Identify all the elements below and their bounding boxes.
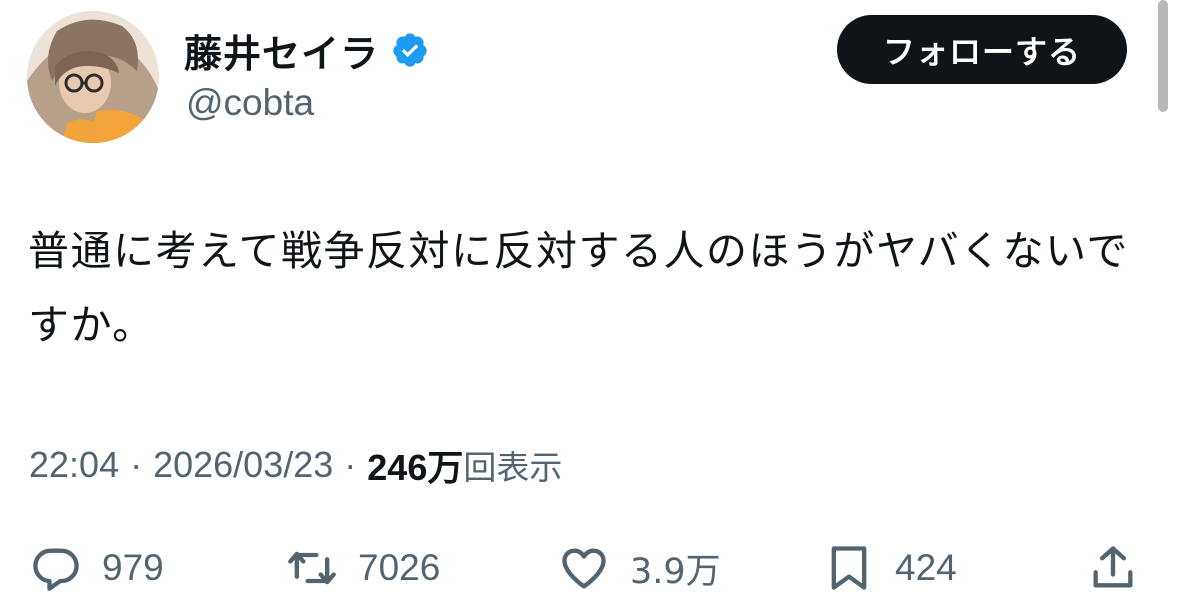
tweet-meta: 22:04 · 2026/03/23 · 246万 回表示	[29, 440, 562, 490]
bookmark-icon	[831, 546, 867, 590]
share-button[interactable]	[1087, 538, 1139, 598]
like-button[interactable]: 3.9万	[558, 538, 721, 598]
reply-button[interactable]: 979	[30, 538, 164, 598]
reply-count: 979	[102, 547, 164, 588]
like-count: 3.9万	[630, 551, 721, 592]
meta-separator: ·	[344, 444, 357, 485]
action-bar: 979 7026 3.9万 424	[0, 538, 1179, 598]
tweet-text: 普通に考えて戦争反対に反対する人のほうがヤバくないですか。	[28, 227, 1129, 349]
views-label: 回表示	[463, 448, 563, 487]
verified-badge-icon	[391, 31, 429, 69]
follow-button[interactable]: フォローする	[837, 15, 1127, 84]
tweet-time[interactable]: 22:04	[29, 444, 119, 486]
repost-count: 7026	[358, 547, 441, 588]
profile-photo	[27, 11, 159, 143]
share-icon	[1093, 546, 1133, 588]
author-display-name[interactable]: 藤井セイラ	[184, 23, 379, 78]
bookmark-count: 424	[895, 547, 957, 588]
like-icon	[562, 548, 606, 589]
scrollbar[interactable]	[1158, 0, 1168, 112]
reply-icon	[33, 548, 79, 591]
author-name-row: 藤井セイラ	[184, 22, 429, 78]
bookmark-button[interactable]: 424	[823, 538, 957, 598]
repost-button[interactable]: 7026	[286, 538, 440, 598]
repost-icon	[288, 551, 336, 585]
tweet-date[interactable]: 2026/03/23	[153, 444, 333, 486]
author-handle[interactable]: @cobta	[186, 82, 314, 124]
views-count: 246万	[367, 447, 464, 488]
meta-separator: ·	[130, 444, 143, 485]
avatar[interactable]	[27, 11, 159, 143]
